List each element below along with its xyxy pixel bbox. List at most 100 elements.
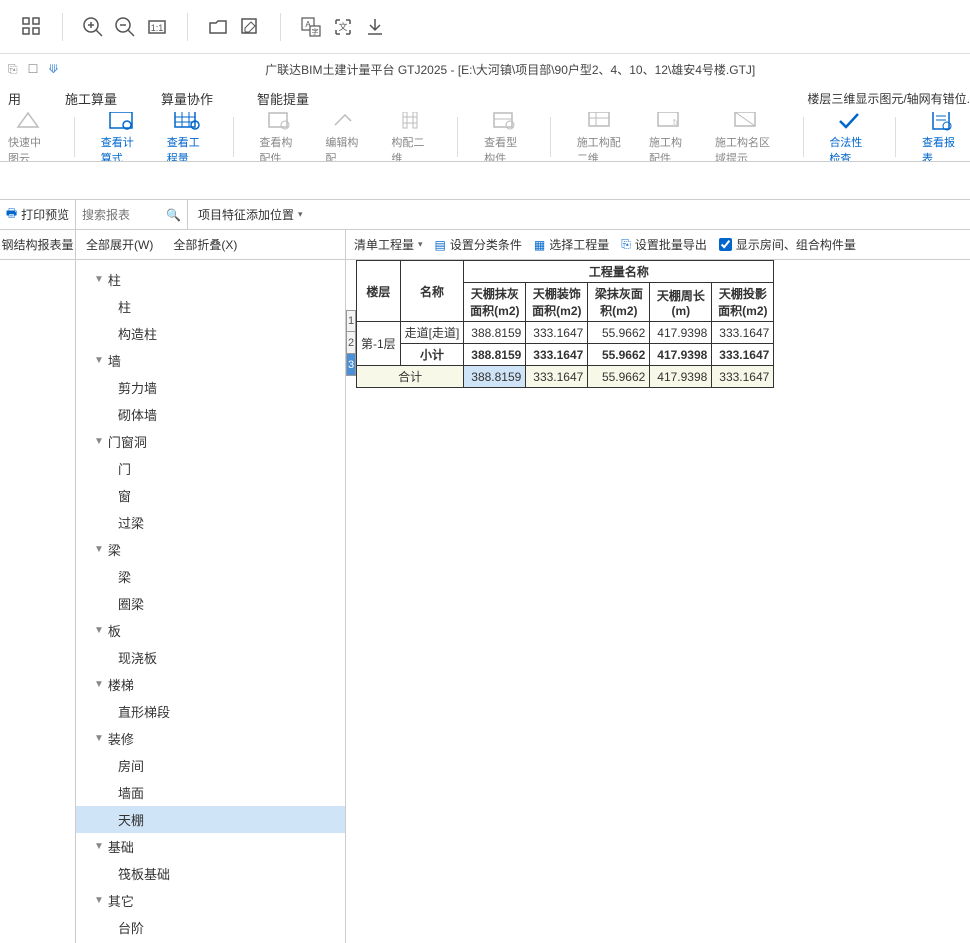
menu-item-2[interactable]: 施工算量 [57,89,125,108]
ribbon-view-qty[interactable]: 查看工程量 [167,112,207,162]
apps-icon[interactable] [20,15,44,39]
chevron-down-icon: ▾ [298,209,303,220]
main-area: 钢结构报表量 全部展开(W) 全部折叠(X) ▼ 柱柱构造柱▼ 墙剪力墙砌体墙▼… [0,230,970,943]
ribbon-view-formula[interactable]: 查看计算式 [101,112,141,162]
ribbon-r6[interactable]: 构配二维 [391,112,431,162]
ribbon-view-report[interactable]: 查看报表 [922,112,962,162]
content-toolbar: 清单工程量 ▾ ▤ 设置分类条件 ▦ 选择工程量 ⎘ 设置批量导出 显示房间、组… [346,230,970,260]
tree-group[interactable]: ▼ 梁 [76,536,345,563]
left-tab[interactable]: 钢结构报表量 [0,230,75,260]
titlebar-icon-3[interactable]: ⟱ [48,62,58,76]
cell-name: 走道[走道] [400,322,464,344]
show-room-input[interactable] [719,238,732,251]
titlebar-icon-1[interactable]: ⎘ [8,62,18,77]
collapse-all-button[interactable]: 全部折叠(X) [163,236,247,253]
left-column: 钢结构报表量 [0,230,76,943]
col-0: 天棚抹灰面积(m2) [464,283,526,322]
search-icon[interactable]: 🔍 [166,208,181,222]
tree-leaf[interactable]: 梁 [76,563,345,590]
tree-leaf[interactable]: 过梁 [76,509,345,536]
tree-leaf[interactable]: 柱 [76,293,345,320]
total-row[interactable]: 合计 388.8159 333.1647 55.9662 417.9398 33… [357,366,774,388]
tree-group[interactable]: ▼ 板 [76,617,345,644]
tree-group[interactable]: ▼ 装修 [76,725,345,752]
col-1: 天棚装饰面积(m2) [526,283,588,322]
zoom-in-icon[interactable] [81,15,105,39]
set-classify-button[interactable]: ▤ 设置分类条件 [435,236,522,253]
translate-a-icon[interactable]: A字 [299,15,323,39]
grid-icon: ▦ [534,238,545,252]
tree-leaf[interactable]: 筏板基础 [76,860,345,887]
download-icon[interactable] [363,15,387,39]
rownum-3[interactable]: 3 [346,354,356,376]
tree-leaf[interactable]: 剪力墙 [76,374,345,401]
print-preview-button[interactable]: 🖶 打印预览 [0,200,76,229]
col-2: 梁抹灰面积(m2) [588,283,650,322]
ribbon-quick-cloud[interactable]: 快速中图云 [8,112,48,162]
tree-leaf[interactable]: 台阶 [76,914,345,941]
expand-all-button[interactable]: 全部展开(W) [76,236,163,253]
tree-leaf[interactable]: 门 [76,455,345,482]
titlebar-icon-2[interactable]: ☐ [28,62,39,76]
rownum-1[interactable]: 1 [346,310,356,332]
total-label: 合计 [357,366,464,388]
tree-leaf[interactable]: 墙面 [76,779,345,806]
subtotal-row[interactable]: 小计 388.8159 333.1647 55.9662 417.9398 33… [357,344,774,366]
tree-leaf[interactable]: 直形梯段 [76,698,345,725]
data-table: 楼层 名称 工程量名称 天棚抹灰面积(m2) 天棚装饰面积(m2) 梁抹灰面积(… [356,260,774,388]
menu-bar: 用 施工算量 算量协作 智能提量 楼层三维显示图元/轴网有错位. [0,84,970,112]
menu-item-3[interactable]: 算量协作 [153,89,221,108]
content-column: 清单工程量 ▾ ▤ 设置分类条件 ▦ 选择工程量 ⎘ 设置批量导出 显示房间、组… [346,230,970,943]
search-input[interactable] [82,208,162,222]
tree-leaf[interactable]: 圈梁 [76,590,345,617]
ribbon-validity-check[interactable]: 合法性检查 [829,112,869,162]
data-row[interactable]: 第-1层 走道[走道] 388.8159 333.1647 55.9662 41… [357,322,774,344]
search-report-field[interactable]: 🔍 [76,200,188,229]
feature-position-dropdown[interactable]: 项目特征添加位置 ▾ [188,206,313,223]
menu-item-1[interactable]: 用 [0,89,29,108]
ribbon-r8[interactable]: 施工构配二维 [577,112,623,162]
ribbon-r7[interactable]: 查看型构件 [484,112,524,162]
tree-group[interactable]: ▼ 墙 [76,347,345,374]
select-qty-button[interactable]: ▦ 选择工程量 [534,236,609,253]
fit-width-icon[interactable]: 1:1 [145,15,169,39]
rownum-2[interactable]: 2 [346,332,356,354]
svg-text:1:1: 1:1 [151,23,164,33]
tree-group[interactable]: ▼ 门窗洞 [76,428,345,455]
tree-leaf[interactable]: 现浇板 [76,644,345,671]
col-name: 名称 [400,261,464,322]
top-toolbar: 1:1 A字 文 [0,0,970,54]
clear-qty-dropdown[interactable]: 清单工程量 ▾ [354,236,423,253]
ribbon-r5[interactable]: 编辑构配 [325,112,365,162]
svg-text:fx: fx [673,118,679,127]
batch-export-button[interactable]: ⎘ 设置批量导出 [621,236,707,253]
tree-leaf[interactable]: 构造柱 [76,320,345,347]
caret-down-icon: ▼ [94,733,104,744]
title-bar: ⎘ ☐ ⟱ 广联达BIM土建计量平台 GTJ2025 - [E:\大河镇\项目部… [0,54,970,84]
ribbon-r4[interactable]: 查看构配件 [259,112,299,162]
caret-down-icon: ▼ [94,274,104,285]
show-room-checkbox[interactable]: 显示房间、组合构件量 [719,236,856,253]
caret-down-icon: ▼ [94,436,104,447]
tree-leaf[interactable]: 砌体墙 [76,401,345,428]
cell-floor: 第-1层 [357,322,401,366]
ribbon-r9[interactable]: fx 施工构配件 [649,112,689,162]
menu-item-4[interactable]: 智能提量 [249,89,317,108]
caret-down-icon: ▼ [94,841,104,852]
open-icon[interactable] [206,15,230,39]
tree-group[interactable]: ▼ 楼梯 [76,671,345,698]
tree-group[interactable]: ▼ 其它 [76,887,345,914]
zoom-out-icon[interactable] [113,15,137,39]
caret-down-icon: ▼ [94,544,104,555]
tree-actions: 全部展开(W) 全部折叠(X) [76,230,345,260]
tree-group[interactable]: ▼ 基础 [76,833,345,860]
edit-icon[interactable] [238,15,262,39]
menu-right-hint: 楼层三维显示图元/轴网有错位. [807,90,970,107]
tree-leaf[interactable]: 房间 [76,752,345,779]
tree-leaf[interactable]: 天棚 [76,806,345,833]
caret-down-icon: ▼ [94,679,104,690]
tree-group[interactable]: ▼ 柱 [76,266,345,293]
tree-leaf[interactable]: 窗 [76,482,345,509]
translate-x-icon[interactable]: 文 [331,15,355,39]
ribbon-r10[interactable]: 施工构名区域提示 [715,112,777,162]
